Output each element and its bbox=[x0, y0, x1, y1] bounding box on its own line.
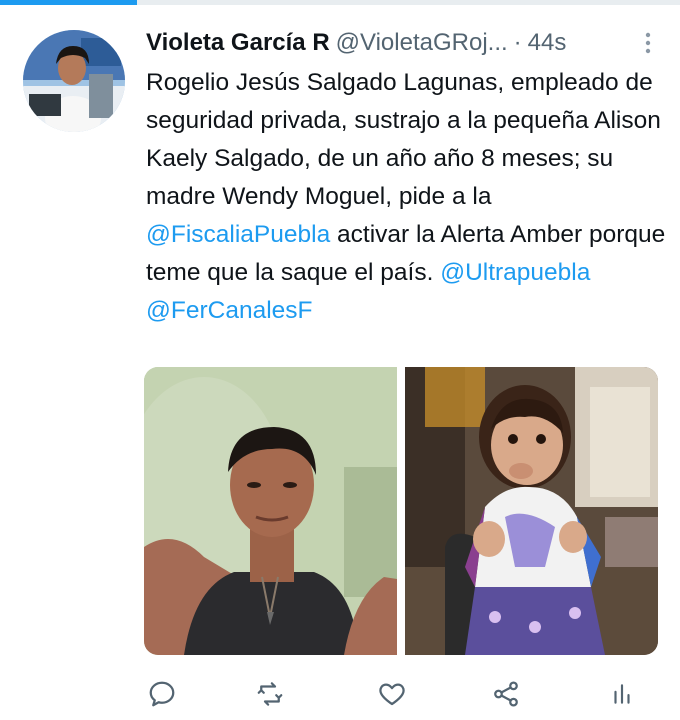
tweet-actions bbox=[140, 676, 660, 712]
mention-ultrapuebla[interactable]: @Ultrapuebla bbox=[440, 259, 590, 286]
display-name[interactable]: Violeta García R bbox=[146, 29, 330, 57]
tweet-text: Rogelio Jesús Salgado Lagunas, empleado … bbox=[146, 64, 666, 330]
timestamp[interactable]: 44s bbox=[528, 29, 567, 57]
top-progress-bar bbox=[0, 0, 680, 5]
heart-icon[interactable] bbox=[372, 676, 412, 712]
more-vertical-icon[interactable] bbox=[636, 28, 660, 58]
analytics-icon[interactable] bbox=[602, 676, 642, 712]
retweet-icon[interactable] bbox=[250, 676, 290, 712]
avatar[interactable] bbox=[23, 30, 125, 132]
mention-fiscaliapuebla[interactable]: @FiscaliaPuebla bbox=[146, 221, 330, 248]
photo-girl[interactable] bbox=[405, 367, 658, 655]
reply-icon[interactable] bbox=[142, 676, 182, 712]
user-handle[interactable]: @VioletaGRoj... bbox=[336, 29, 508, 57]
mention-fercanalesf[interactable]: @FerCanalesF bbox=[146, 297, 312, 324]
share-icon[interactable] bbox=[486, 676, 526, 712]
separator-dot: · bbox=[513, 29, 522, 56]
tweet-header: Violeta García R @VioletaGRoj... · 44s bbox=[146, 26, 666, 60]
photo-man[interactable] bbox=[144, 367, 397, 655]
media-grid bbox=[144, 367, 658, 655]
tweet-text-segment: Rogelio Jesús Salgado Lagunas, empleado … bbox=[146, 69, 661, 210]
